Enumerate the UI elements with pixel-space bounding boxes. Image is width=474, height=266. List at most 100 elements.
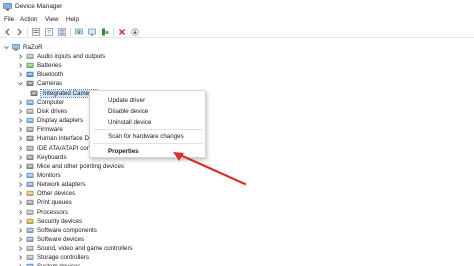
other-device-icon [26,190,34,197]
camera-icon [26,80,34,87]
battery-icon [26,62,34,69]
tree-root-label: RaZoR [23,44,43,51]
window-title: Device Manager [15,3,63,10]
tree-category-item[interactable]: Print queues [18,198,72,207]
tree-item-label: Software components [37,226,97,234]
camera-icon [30,90,38,97]
speaker-icon [26,245,34,252]
tree-category-item[interactable]: System devices [18,262,80,266]
chevron-right-icon[interactable] [18,108,23,115]
tree-category-item[interactable]: Cameras [18,79,62,88]
menu-uninstall-device[interactable]: Uninstall device [108,119,151,126]
chevron-right-icon[interactable] [18,126,23,133]
chevron-right-icon[interactable] [18,62,23,69]
help-list-icon[interactable]: ? [44,27,54,37]
software-icon [26,227,34,234]
menu-file[interactable]: File [4,16,14,23]
tree-root[interactable]: RaZoR [4,43,43,52]
chevron-right-icon[interactable] [18,53,23,60]
chevron-down-icon[interactable] [18,80,23,87]
download-icon[interactable] [130,27,140,37]
tree-category-item[interactable]: Storage controllers [18,253,89,262]
update-driver-icon[interactable] [74,27,84,37]
display-icon [26,117,34,124]
software-icon [26,236,34,243]
speaker-icon [26,53,34,60]
tree-category-item[interactable]: Audio inputs and outputs [18,52,105,61]
chevron-right-icon[interactable] [18,71,23,78]
chevron-right-icon[interactable] [18,181,23,188]
printer-icon [26,199,34,206]
tree-category-item[interactable]: Bluetooth [18,70,63,79]
storage-icon [26,254,34,261]
enable-device-icon[interactable] [100,27,110,37]
tree-item-label: Monitors [37,171,61,179]
bluetooth-icon [26,71,34,78]
tree-device-item[interactable]: Integrated Camera [30,88,98,98]
chevron-right-icon[interactable] [18,145,23,152]
chevron-right-icon[interactable] [18,154,23,161]
tree-category-item[interactable]: Other devices [18,189,75,198]
tree-item-label: Firmware [37,126,63,134]
chevron-right-icon[interactable] [18,135,23,142]
chevron-right-icon[interactable] [18,236,23,243]
tree-item-label: Software devices [37,236,85,243]
chevron-right-icon[interactable] [18,99,23,106]
tree-item-label: Print queues [37,199,72,207]
chevron-right-icon[interactable] [18,163,23,170]
back-icon[interactable] [3,27,13,37]
chevron-right-icon[interactable] [18,254,23,261]
tree-category-item[interactable]: Firmware [18,125,63,134]
context-menu: Update driver Disable device Uninstall d… [89,90,206,158]
menu-help[interactable]: Help [66,16,79,23]
tree-category-item[interactable]: Computer [18,98,64,107]
tree-category-item[interactable]: Software components [18,226,97,235]
security-icon [26,218,34,225]
menu-update-driver[interactable]: Update driver [108,97,145,104]
chevron-right-icon[interactable] [18,190,23,197]
ide-icon [26,145,34,152]
firmware-icon [26,126,34,133]
tree-category-item[interactable]: Keyboards [18,153,67,162]
toolbar: ? [0,26,474,38]
tree-category-item[interactable]: Security devices [18,217,82,226]
tree-item-label: Cameras [37,80,63,88]
chevron-right-icon[interactable] [18,172,23,179]
chevron-right-icon[interactable] [18,199,23,206]
chevron-right-icon[interactable] [18,227,23,234]
chevron-right-icon[interactable] [18,218,23,225]
tree-item-label: Display adapters [37,117,84,125]
tree-category-item[interactable]: Display adapters [18,116,83,125]
tree-category-item[interactable]: Network adapters [18,180,86,189]
scan-monitor-icon[interactable] [87,27,97,37]
tree-item-label: Bluetooth [37,71,64,79]
title-bar: Device Manager [0,0,474,15]
menu-view[interactable]: View [45,16,59,23]
tree-category-item[interactable]: Software devices [18,235,84,244]
computer-icon [12,44,20,51]
chevron-right-icon[interactable] [18,245,23,252]
menu-disable-device[interactable]: Disable device [108,108,148,115]
menu-bar: File Action View Help [0,15,474,26]
help-icon[interactable] [57,27,67,37]
properties-view-icon[interactable] [31,27,41,37]
monitor-icon [26,172,34,179]
tree-category-item[interactable]: Disk drives [18,107,67,116]
tree-category-item[interactable]: Batteries [18,61,61,70]
tree-category-item[interactable]: Sound, video and game controllers [18,244,133,253]
tree-item-label: Storage controllers [37,254,89,262]
toolbar-separator [70,28,71,36]
tree-item-label: Keyboards [37,153,67,161]
menu-action[interactable]: Action [20,16,38,23]
tree-category-item[interactable]: Processors [18,208,68,217]
menu-properties[interactable]: Properties [108,148,139,155]
tree-category-item[interactable]: Monitors [18,171,61,180]
chevron-right-icon[interactable] [18,209,23,216]
uninstall-icon[interactable] [117,27,127,37]
tree-category-item[interactable]: Mice and other pointing devices [18,162,124,171]
toolbar-separator [113,28,114,36]
chevron-right-icon[interactable] [18,117,23,124]
chevron-down-icon[interactable] [4,44,9,51]
menu-scan-hardware[interactable]: Scan for hardware changes [108,133,184,140]
forward-icon[interactable] [14,27,24,37]
